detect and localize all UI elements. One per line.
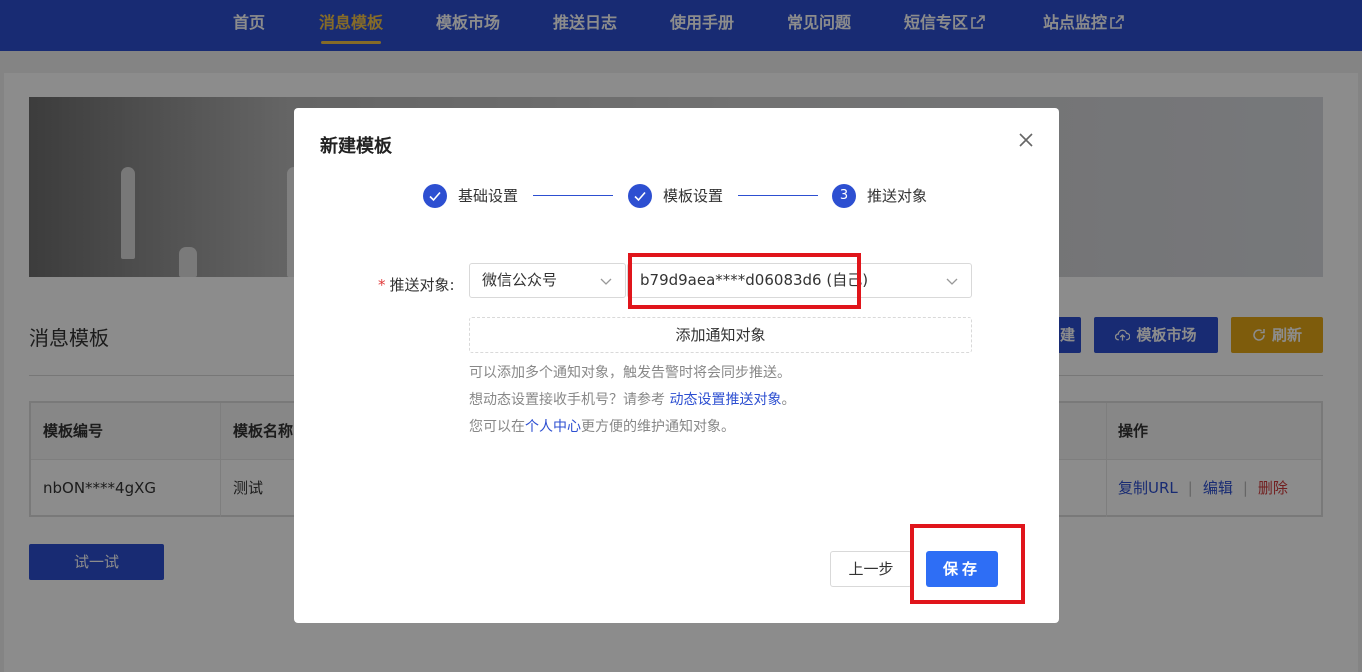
highlight-target-select [628, 253, 861, 309]
step-done-circle [423, 184, 447, 208]
step-label: 模板设置 [663, 187, 724, 205]
dynamic-target-link[interactable]: 动态设置推送对象 [669, 392, 781, 408]
channel-select-value: 微信公众号 [482, 271, 558, 289]
chevron-down-icon [600, 278, 612, 285]
previous-step-button[interactable]: 上一步 [830, 551, 912, 587]
highlight-save-button [910, 524, 1025, 604]
close-icon[interactable] [1016, 130, 1036, 150]
hint-personal-center: 您可以在个人中心更方便的维护通知对象。 [469, 419, 735, 435]
step-done-circle [628, 184, 652, 208]
step-label: 推送对象 [867, 187, 928, 205]
check-icon [429, 191, 441, 202]
push-target-label: * 推送对象: [378, 276, 455, 294]
chevron-down-icon [946, 278, 958, 285]
step-label: 基础设置 [458, 187, 519, 205]
personal-center-link[interactable]: 个人中心 [525, 419, 581, 435]
channel-select[interactable]: 微信公众号 [469, 263, 626, 298]
hint-multiple-targets: 可以添加多个通知对象，触发告警时将会同步推送。 [469, 365, 791, 381]
step-connector [533, 195, 613, 196]
check-icon [634, 191, 646, 202]
add-notify-target-button[interactable]: 添加通知对象 [469, 317, 972, 353]
step-connector [738, 195, 818, 196]
hint-dynamic-targets: 想动态设置接收手机号？请参考 动态设置推送对象。 [469, 392, 796, 408]
dialog-title: 新建模板 [320, 136, 392, 157]
step-current-circle: 3 [832, 184, 856, 208]
